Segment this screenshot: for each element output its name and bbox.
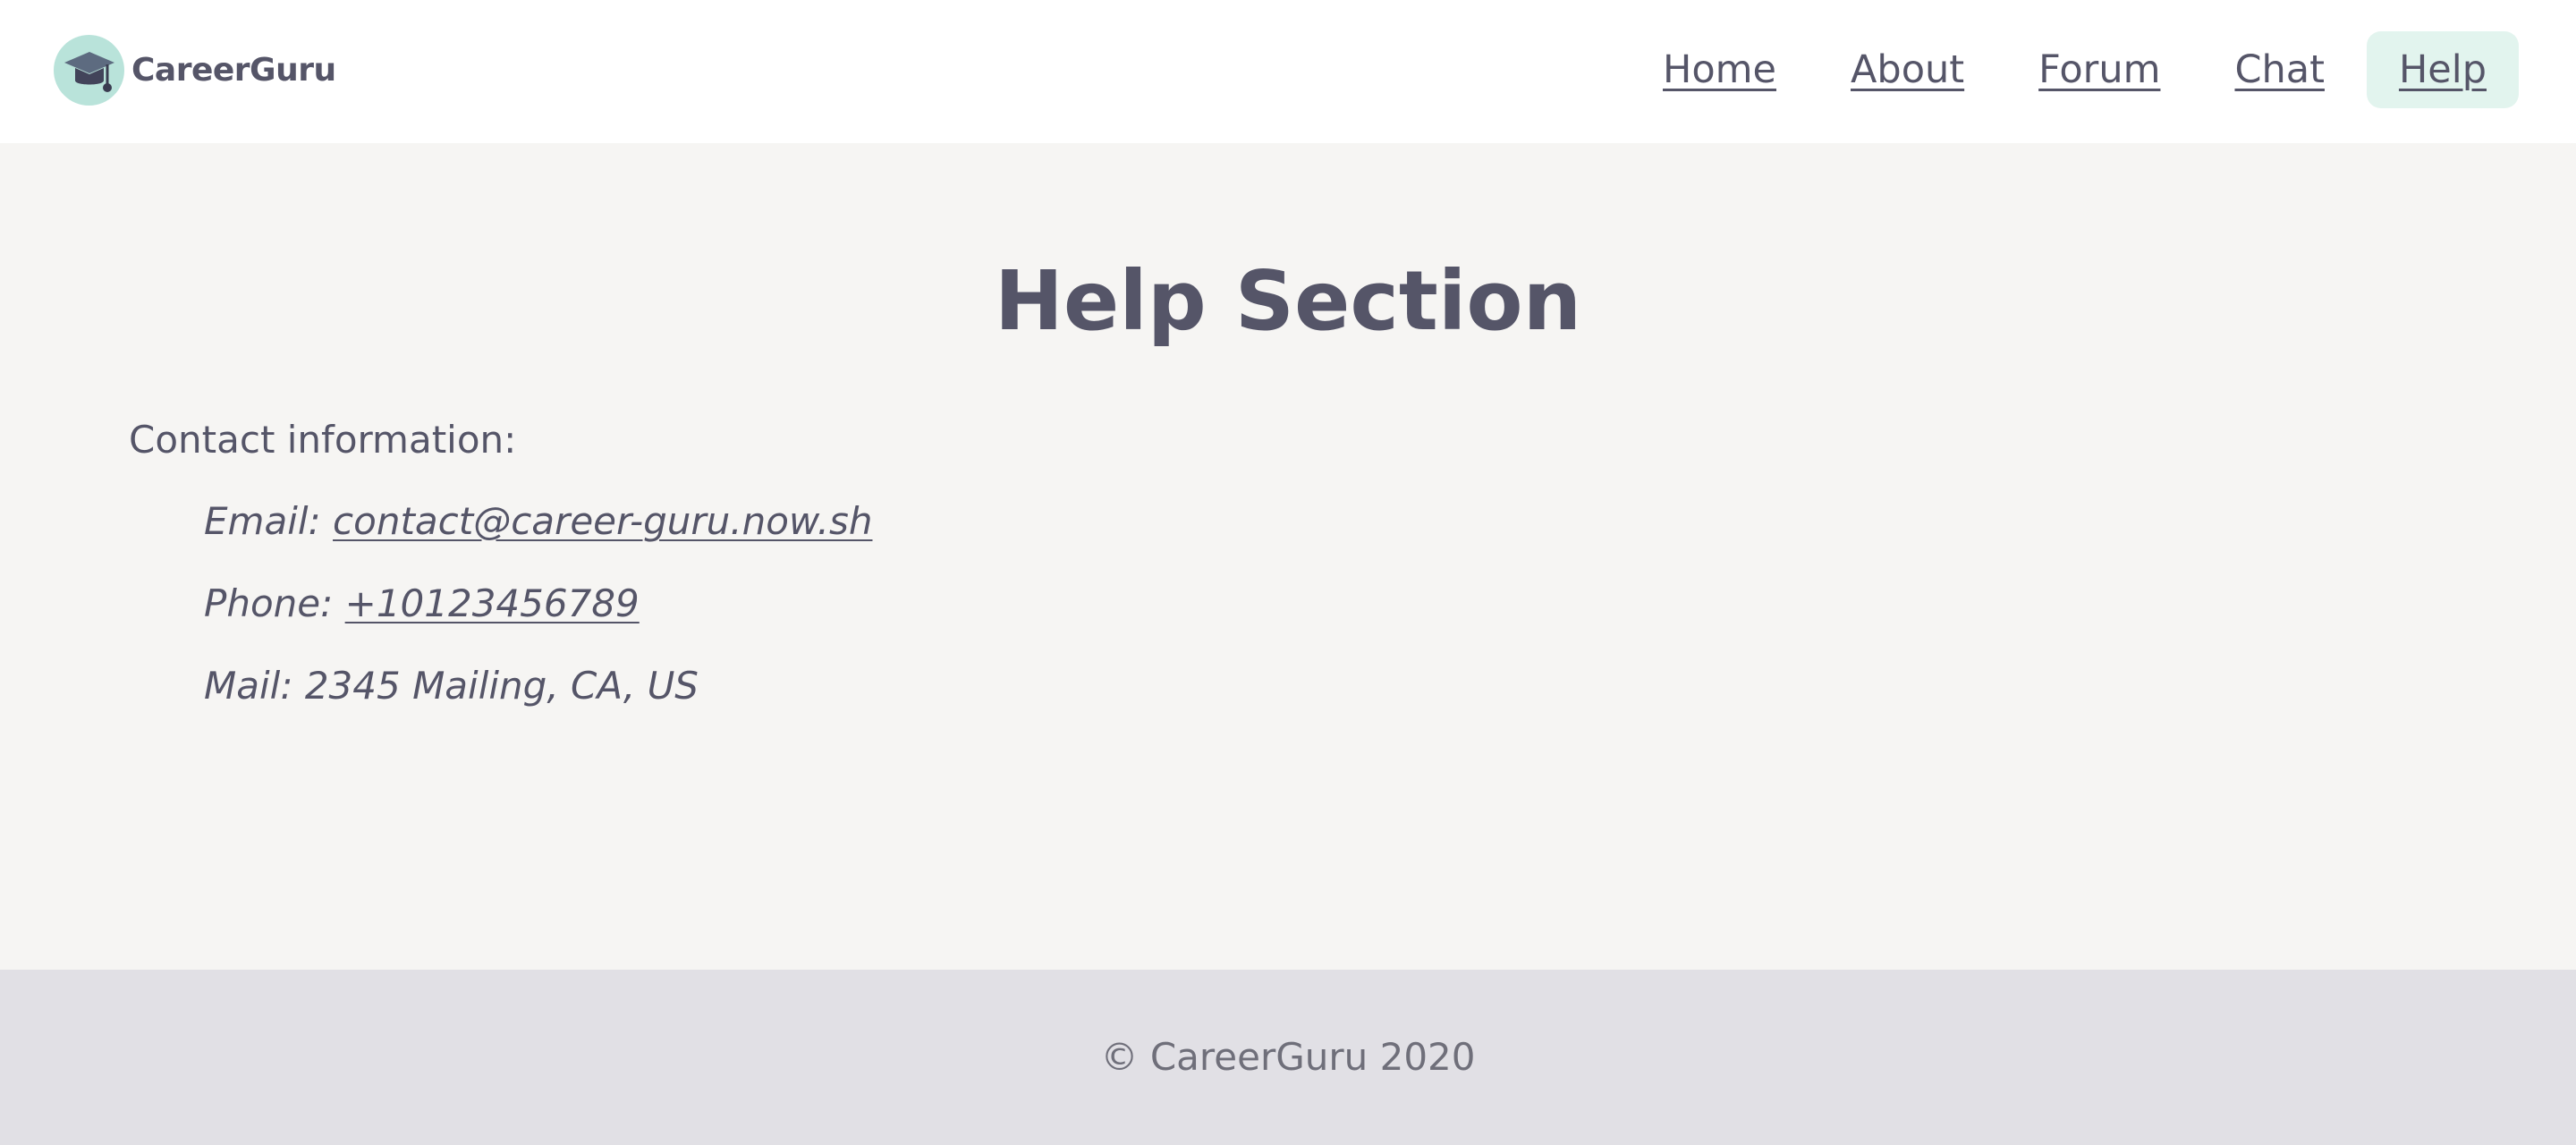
contact-email-item: Email: contact@career-guru.now.sh (204, 496, 872, 579)
brand-name: CareerGuru (131, 52, 336, 89)
email-link[interactable]: contact@career-guru.now.sh (333, 499, 872, 543)
nav-home-link[interactable]: Home (1631, 31, 1809, 108)
contact-heading: Contact information: (129, 418, 517, 462)
nav-about-link[interactable]: About (1818, 31, 1996, 108)
nav-forum-link[interactable]: Forum (2006, 31, 2192, 108)
contact-phone-item: Phone: +10123456789 (204, 579, 872, 661)
site-header: CareerGuru Home About Forum Chat Help (0, 0, 2576, 143)
nav-help-link[interactable]: Help (2366, 31, 2519, 108)
email-label: Email: (204, 499, 321, 543)
nav-chat-link[interactable]: Chat (2202, 31, 2357, 108)
brand-home-link[interactable]: CareerGuru (54, 35, 336, 106)
site-footer: © CareerGuru 2020 (0, 970, 2576, 1145)
graduation-cap-icon (54, 35, 124, 106)
page-title: Help Section (994, 253, 1582, 349)
phone-link[interactable]: +10123456789 (345, 581, 640, 625)
copyright-text: © CareerGuru 2020 (1100, 1035, 1476, 1079)
main-nav: Home About Forum Chat Help (1621, 31, 2519, 108)
help-content: Help Section Contact information: Email:… (0, 143, 2576, 970)
mail-address: 2345 Mailing, CA, US (304, 664, 699, 708)
contact-mail-item: Mail: 2345 Mailing, CA, US (204, 661, 872, 743)
contact-list: Email: contact@career-guru.now.sh Phone:… (204, 496, 872, 743)
phone-label: Phone: (204, 581, 334, 625)
mail-label: Mail: (204, 664, 293, 708)
